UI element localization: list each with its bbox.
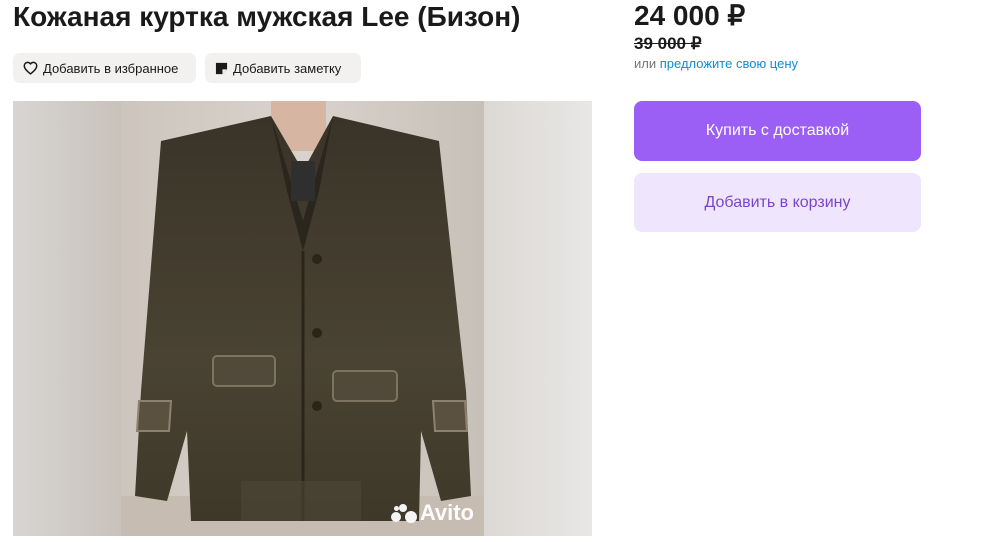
- add-to-favorites-button[interactable]: Добавить в избранное: [13, 53, 196, 83]
- add-to-favorites-label: Добавить в избранное: [43, 60, 179, 76]
- listing-title: Кожаная куртка мужская Lee (Бизон): [13, 1, 521, 32]
- gallery-blur-right: [484, 101, 592, 536]
- avito-logo-icon: [390, 503, 417, 523]
- old-price: 39 000 ₽: [634, 34, 702, 53]
- add-note-button[interactable]: Добавить заметку: [205, 53, 361, 83]
- offer-prefix: или: [634, 56, 657, 71]
- note-icon: [215, 62, 228, 74]
- buy-with-delivery-label: Купить с доставкой: [705, 122, 850, 139]
- avito-watermark-text: Avito: [419, 500, 474, 525]
- current-price: 24 000 ₽: [634, 0, 746, 31]
- jacket-illustration: [121, 101, 484, 536]
- price-offer: или предложите свою цену: [634, 56, 798, 72]
- buy-with-delivery-button[interactable]: Купить с доставкой: [634, 101, 921, 161]
- gallery-blur-left: [13, 101, 121, 536]
- add-note-label: Добавить заметку: [233, 60, 342, 76]
- product-photo[interactable]: [121, 101, 484, 536]
- heart-icon: [23, 61, 38, 75]
- avito-watermark: Avito: [390, 500, 474, 526]
- product-photo-gallery[interactable]: Avito: [13, 101, 592, 536]
- propose-price-link[interactable]: предложите свою цену: [660, 56, 798, 71]
- add-to-cart-button[interactable]: Добавить в корзину: [634, 173, 921, 232]
- add-to-cart-label: Добавить в корзину: [704, 193, 851, 211]
